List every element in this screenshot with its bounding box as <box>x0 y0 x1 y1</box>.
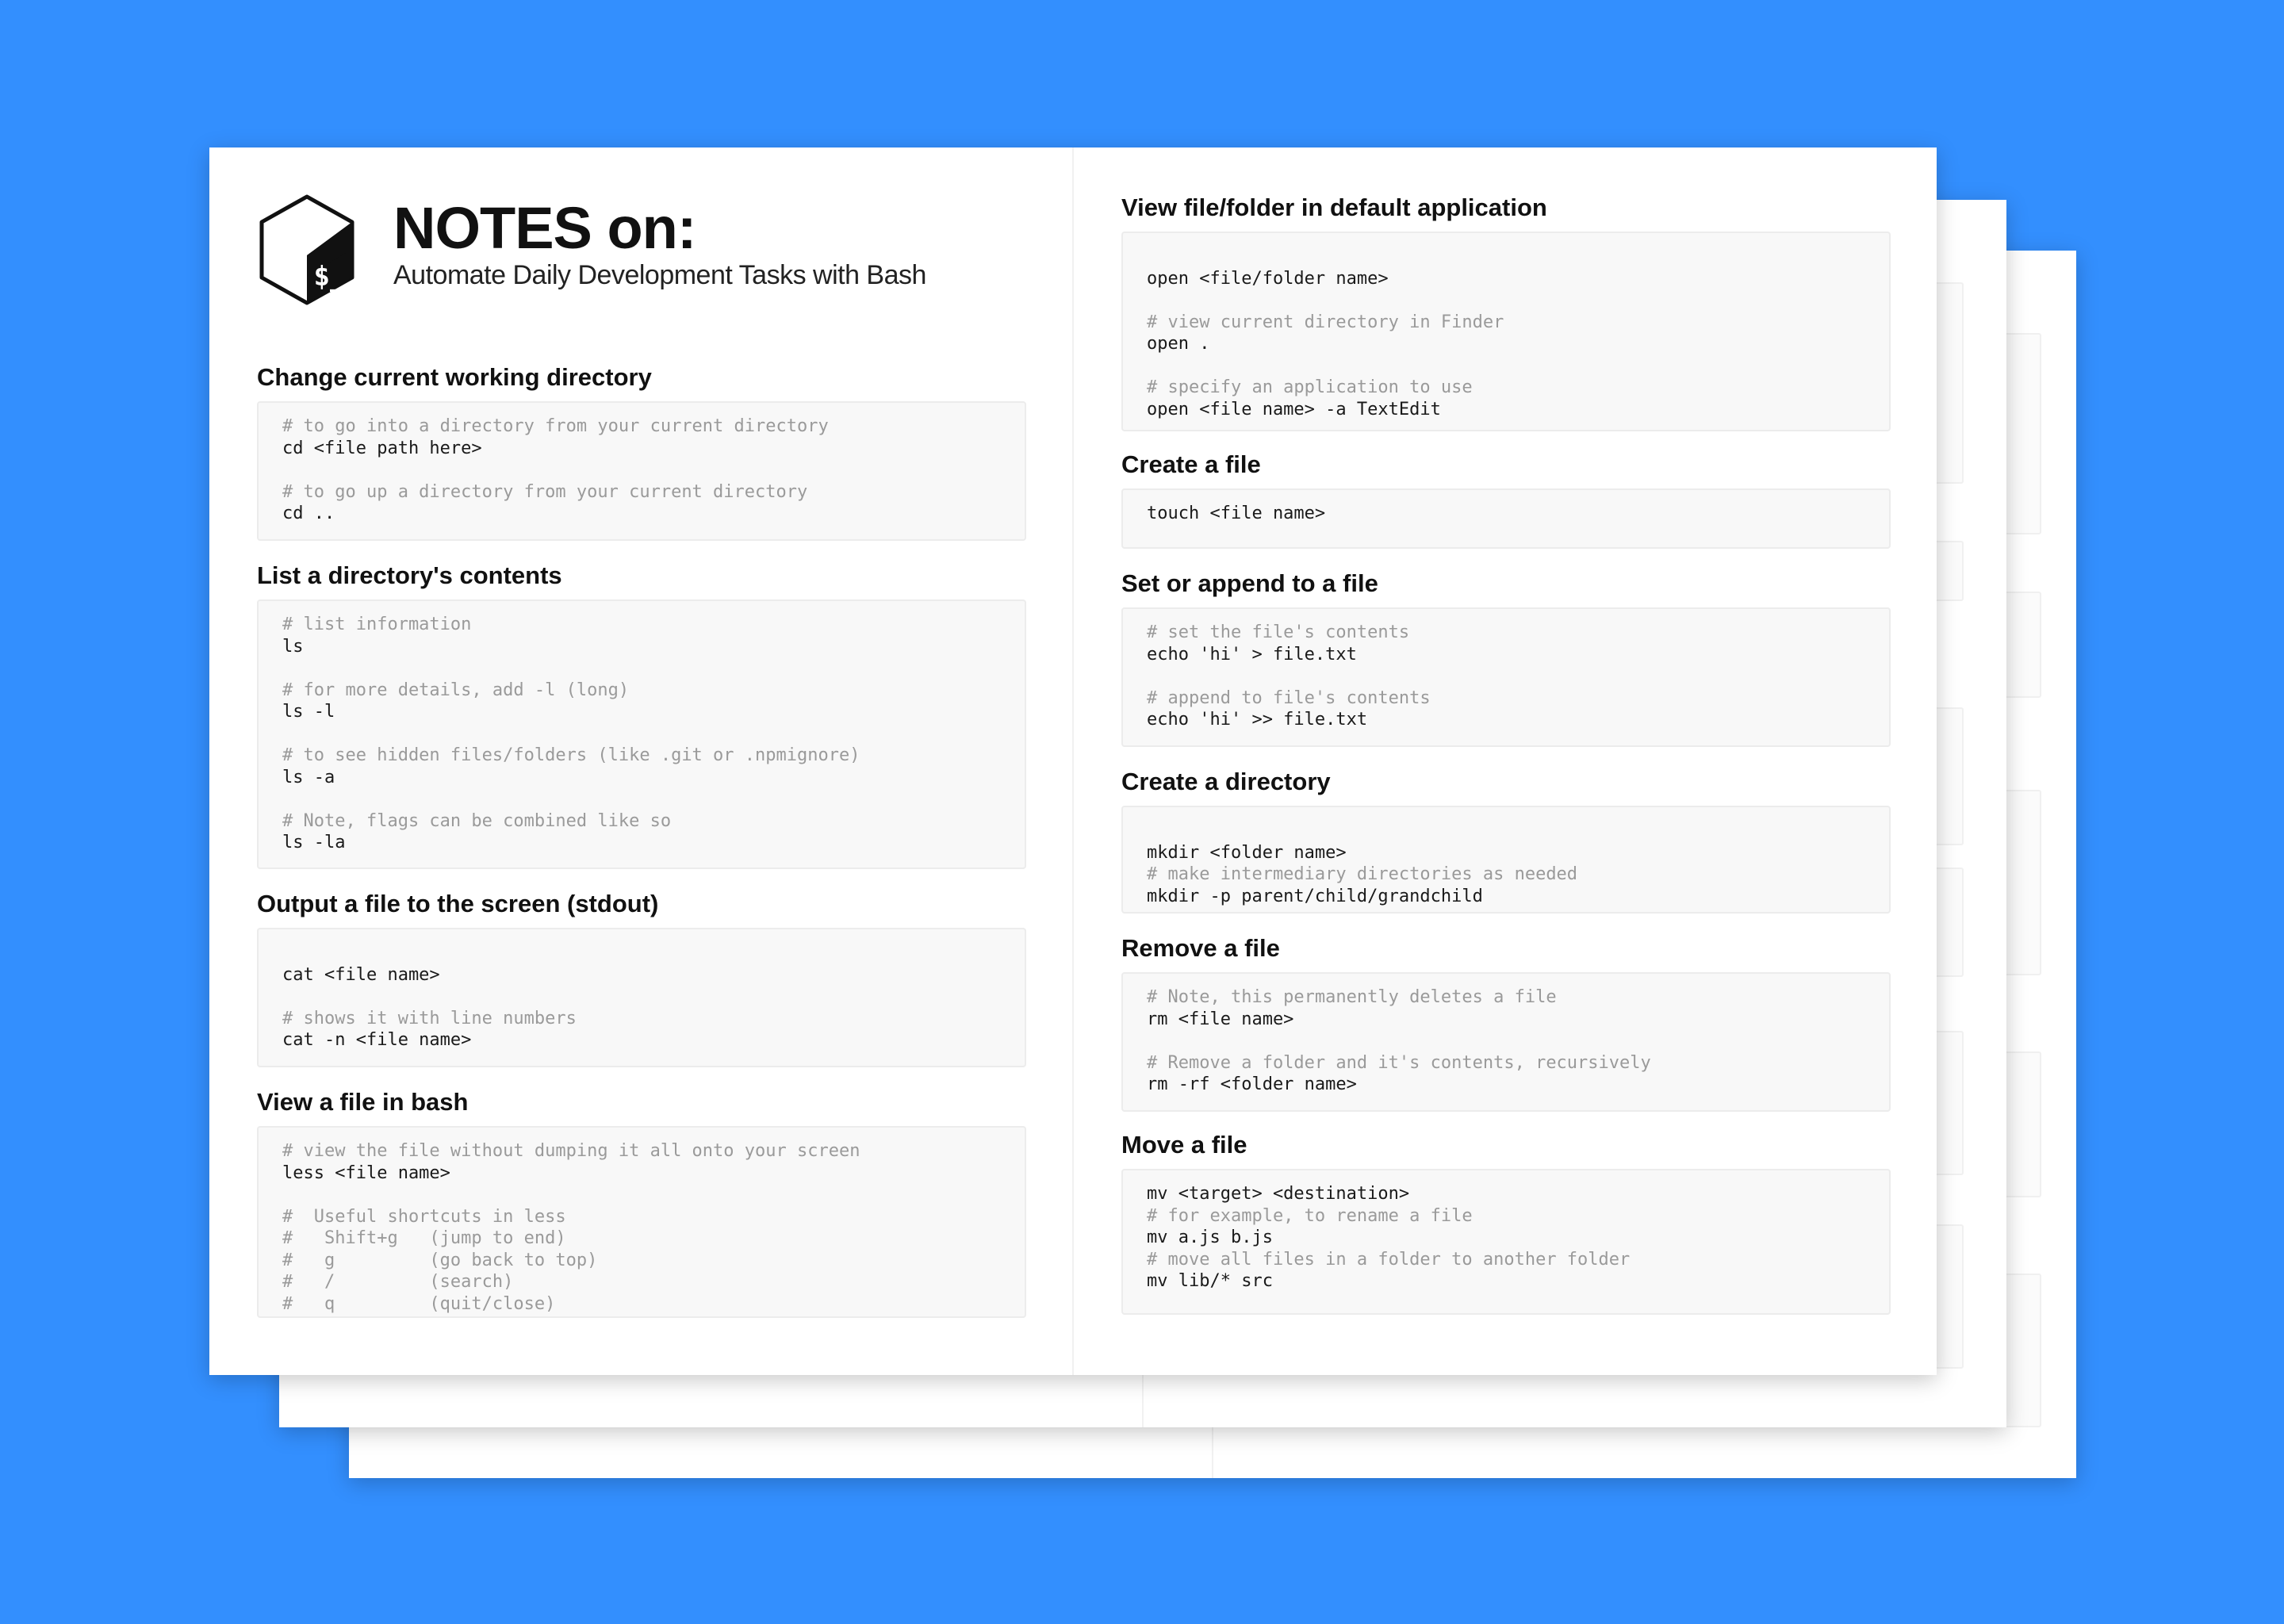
code-block: mkdir <folder name> # make intermediary d… <box>1121 806 1891 914</box>
code-comment: # Useful shortcuts in less <box>282 1206 566 1227</box>
code-line: echo 'hi' >> file.txt <box>1147 710 1368 730</box>
page-title: NOTES on: <box>393 195 697 261</box>
section-set-append-file: Set or append to a file # set the file's… <box>1121 568 1891 747</box>
section-change-directory: Change current working directory # to go… <box>257 362 1026 541</box>
code-comment: # shows it with line numbers <box>282 1008 577 1028</box>
section-heading: Set or append to a file <box>1121 569 1378 597</box>
page-subtitle: Automate Daily Development Tasks with Ba… <box>393 260 926 290</box>
code-comment: # to go into a directory from your curre… <box>282 416 829 436</box>
code-line: open . <box>1147 334 1210 354</box>
code-line: echo 'hi' > file.txt <box>1147 644 1357 665</box>
code-line: ls <box>282 636 304 657</box>
code-line: less <file name> <box>282 1162 450 1183</box>
code-line: cat <file name> <box>282 964 440 985</box>
section-create-directory: Create a directory mkdir <folder name> # … <box>1121 766 1891 914</box>
section-heading: List a directory's contents <box>257 561 562 589</box>
code-line: mv <target> <destination> <box>1147 1184 1410 1204</box>
cheat-sheet: $_ NOTES on: Automate Daily Development … <box>209 147 1937 1375</box>
code-comment: # specify an application to use <box>1147 377 1473 397</box>
code-line: open <file/folder name> <box>1147 268 1389 289</box>
code-block: # view the file without dumping it all o… <box>257 1126 1026 1318</box>
column-divider <box>1072 147 1074 1375</box>
section-heading: Create a directory <box>1121 768 1331 795</box>
code-line: rm <file name> <box>1147 1009 1294 1029</box>
code-comment: # list information <box>282 615 472 634</box>
code-line: ls -la <box>282 833 346 852</box>
section-heading: Change current working directory <box>257 363 652 391</box>
code-line: mv a.js b.js <box>1147 1228 1273 1247</box>
code-block: # set the file's contents echo 'hi' > fil… <box>1121 607 1891 747</box>
section-view-file: View a file in bash # view the file with… <box>257 1086 1026 1318</box>
code-comment: # for example, to rename a file <box>1147 1205 1473 1226</box>
code-comment: # Note, flags can be combined like so <box>282 810 672 831</box>
code-line: touch <file name> <box>1147 504 1326 523</box>
section-heading: Output a file to the screen (stdout) <box>257 890 659 917</box>
section-list-directory: List a directory's contents # list infor… <box>257 560 1026 869</box>
code-line: ls -a <box>282 767 335 787</box>
section-heading: Remove a file <box>1121 934 1280 962</box>
code-comment: # to go up a directory from your current… <box>282 481 808 502</box>
code-comment: # view current directory in Finder <box>1147 312 1504 332</box>
code-comment: # / (search) <box>282 1272 514 1292</box>
section-remove-file: Remove a file # Note, this permanently d… <box>1121 933 1891 1112</box>
section-heading: View a file in bash <box>257 1088 469 1116</box>
section-heading: Move a file <box>1121 1131 1247 1159</box>
section-open-default-app: View file/folder in default application … <box>1121 192 1891 431</box>
code-comment: # move all files in a folder to another … <box>1147 1249 1631 1270</box>
code-block: cat <file name> # shows it with line numb… <box>257 928 1026 1067</box>
code-line: cd .. <box>282 504 335 523</box>
code-comment: # to see hidden files/folders (like .git… <box>282 745 860 765</box>
code-block: # Note, this permanently deletes a file r… <box>1121 972 1891 1112</box>
bash-logo-icon: $_ <box>259 194 354 305</box>
code-comment: # q (quit/close) <box>282 1293 556 1314</box>
code-comment: # make intermediary directories as neede… <box>1147 864 1578 884</box>
code-comment: # Note, this permanently deletes a file <box>1147 987 1557 1007</box>
code-line: mv lib/* src <box>1147 1271 1273 1291</box>
code-line: cd <file path here> <box>282 438 482 458</box>
code-comment: # Remove a folder and it's contents, rec… <box>1147 1052 1651 1073</box>
code-block: touch <file name> <box>1121 488 1891 549</box>
code-block: open <file/folder name> # view current di… <box>1121 232 1891 431</box>
section-heading: View file/folder in default application <box>1121 193 1547 221</box>
code-comment: # set the file's contents <box>1147 622 1410 642</box>
code-comment: # Shift+g (jump to end) <box>282 1228 566 1248</box>
code-block: mv <target> <destination> # for example, … <box>1121 1169 1891 1315</box>
code-comment: # view the file without dumping it all o… <box>282 1141 860 1161</box>
code-line: ls -l <box>282 702 335 722</box>
section-output-file: Output a file to the screen (stdout) cat… <box>257 888 1026 1067</box>
code-line: mkdir -p parent/child/grandchild <box>1147 886 1483 906</box>
logo-prompt-text: $_ <box>314 261 347 293</box>
code-comment: # g (go back to top) <box>282 1250 598 1270</box>
code-comment: # append to file's contents <box>1147 688 1431 708</box>
code-comment: # for more details, add -l (long) <box>282 680 630 700</box>
code-line: open <file name> -a TextEdit <box>1147 399 1441 419</box>
section-create-file: Create a file touch <file name> <box>1121 449 1891 549</box>
section-move-file: Move a file mv <target> <destination> # f… <box>1121 1129 1891 1315</box>
code-block: # to go into a directory from your curre… <box>257 401 1026 541</box>
section-heading: Create a file <box>1121 450 1261 478</box>
code-block: # list information ls # for more details, … <box>257 599 1026 869</box>
code-line: mkdir <folder name> <box>1147 842 1347 863</box>
code-line: rm -rf <folder name> <box>1147 1074 1357 1094</box>
code-line: cat -n <file name> <box>282 1030 472 1050</box>
